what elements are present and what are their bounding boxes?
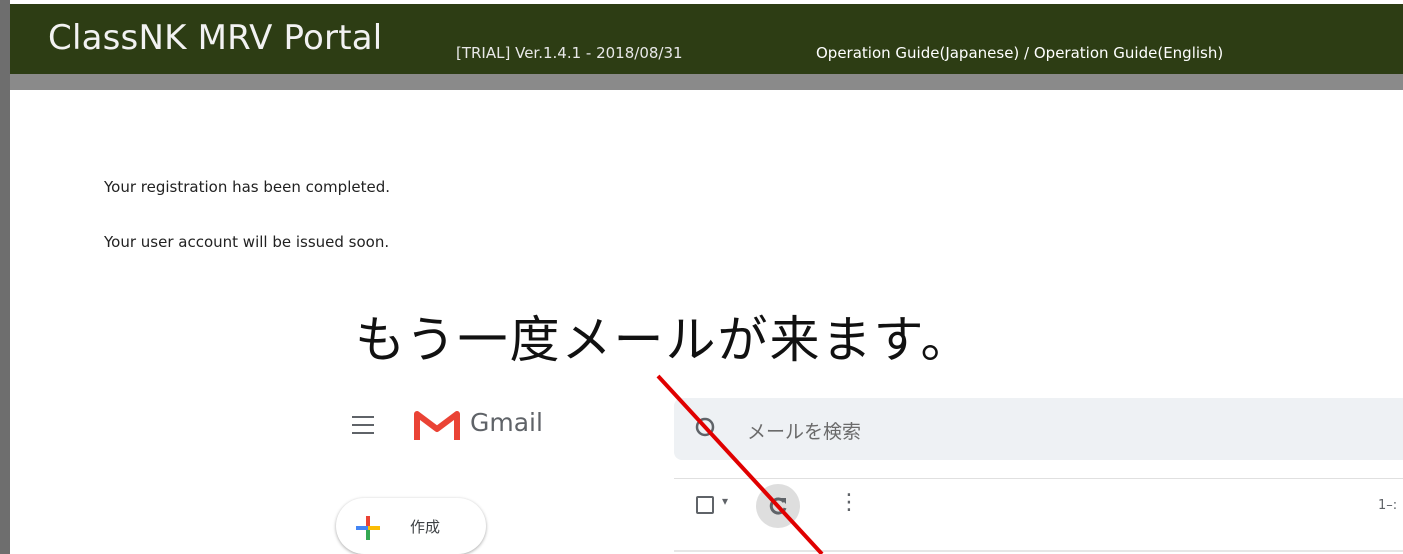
operation-guides: Operation Guide(Japanese) / Operation Gu… <box>816 44 1223 62</box>
window-left-frame <box>0 0 10 554</box>
portal-title: ClassNK MRV Portal <box>48 18 383 58</box>
page-count: 1–: <box>1378 498 1398 513</box>
guide-english-link[interactable]: Operation Guide(English) <box>1034 44 1223 62</box>
gmail-app-name: Gmail <box>470 408 543 437</box>
version-label: [TRIAL] Ver.1.4.1 - 2018/08/31 <box>456 44 683 62</box>
select-dropdown-icon[interactable]: ▾ <box>722 494 728 508</box>
refresh-button[interactable] <box>756 484 800 528</box>
compose-plus-icon <box>356 516 380 540</box>
compose-label: 作成 <box>410 518 441 536</box>
search-icon[interactable] <box>694 416 722 444</box>
message-list-divider <box>674 550 1403 552</box>
account-issued-message: Your user account will be issued soon. <box>104 233 390 251</box>
search-placeholder: メールを検索 <box>747 421 862 443</box>
header-separator-bar <box>10 74 1403 90</box>
more-vert-icon[interactable]: ⋮ <box>838 490 860 515</box>
compose-button[interactable]: 作成 <box>336 498 486 554</box>
gmail-logo-icon <box>414 411 460 440</box>
guide-separator: / <box>1019 44 1034 62</box>
annotation-note: もう一度メールが来ます。 <box>355 311 973 369</box>
refresh-icon <box>769 497 787 515</box>
checkbox-icon[interactable] <box>696 496 714 514</box>
guide-japanese-link[interactable]: Operation Guide(Japanese) <box>816 44 1019 62</box>
main-content: Your registration has been completed. Yo… <box>10 90 1403 554</box>
menu-icon[interactable] <box>352 416 374 434</box>
gmail-screenshot: Gmail メールを検索 作成 ▾ ⋮ 1–: <box>330 390 1403 554</box>
registration-complete-message: Your registration has been completed. <box>104 178 390 196</box>
search-box[interactable]: メールを検索 <box>674 398 1403 460</box>
toolbar-divider <box>674 478 1403 479</box>
portal-header: ClassNK MRV Portal [TRIAL] Ver.1.4.1 - 2… <box>10 4 1403 74</box>
